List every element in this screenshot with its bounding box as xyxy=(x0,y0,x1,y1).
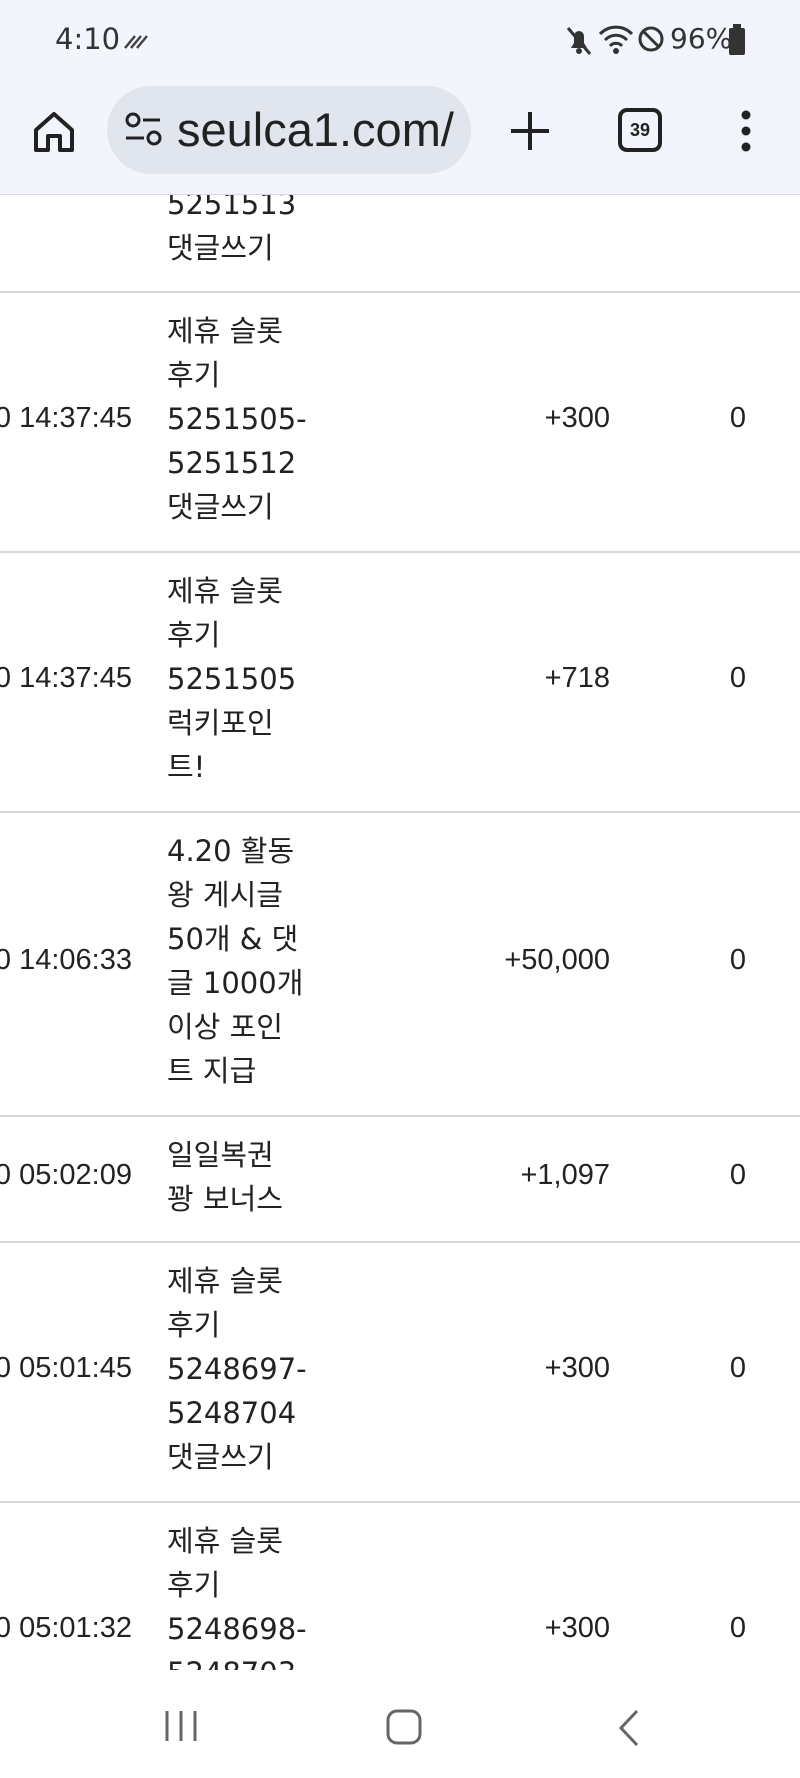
home-nav-icon[interactable] xyxy=(385,1708,423,1746)
back-icon[interactable] xyxy=(615,1708,643,1748)
more-vert-icon[interactable] xyxy=(730,106,762,156)
browser-toolbar: seulca1.com/ 39 xyxy=(0,80,800,195)
blocked-icon xyxy=(638,26,664,52)
row-description: 제휴 슬롯 후기 5248697- 5248704 댓글쓰기 xyxy=(167,1264,307,1474)
row-amount: +300 xyxy=(544,1612,610,1644)
row-balance: 0 xyxy=(729,1352,746,1384)
row-description: 제휴 슬롯 후기 5251505- 5251512 댓글쓰기 xyxy=(167,314,307,524)
home-icon[interactable] xyxy=(28,106,80,158)
table-row: 0 14:06:33 4.20 활동 왕 게시글 50개 & 댓 글 1000개… xyxy=(0,813,800,1117)
row-amount: +718 xyxy=(544,662,610,694)
row-description: 제휴 슬롯 후기 5248698- 5248703 xyxy=(167,1524,307,1670)
row-amount: +300 xyxy=(544,402,610,434)
table-row: 5251513 댓글쓰기 xyxy=(0,195,800,293)
plus-icon[interactable] xyxy=(505,106,555,156)
row-description: 5251513 댓글쓰기 xyxy=(167,195,297,265)
row-datetime: 0 14:06:33 xyxy=(0,944,132,976)
site-settings-icon[interactable] xyxy=(124,110,164,150)
signal-sync-icon xyxy=(124,35,148,49)
status-bar: 4:10 96% xyxy=(0,0,800,80)
row-datetime: 0 05:02:09 xyxy=(0,1159,132,1191)
row-balance: 0 xyxy=(729,1159,746,1191)
row-datetime: 0 14:37:45 xyxy=(0,662,132,694)
system-nav-bar xyxy=(0,1670,800,1778)
row-datetime: 0 14:37:45 xyxy=(0,402,132,434)
row-amount: +1,097 xyxy=(520,1159,610,1191)
row-description: 4.20 활동 왕 게시글 50개 & 댓 글 1000개 이상 포인 트 지급 xyxy=(167,834,304,1088)
row-balance: 0 xyxy=(729,944,746,976)
table-row: 0 05:02:09 일일복권 꽝 보너스 +1,097 0 xyxy=(0,1117,800,1243)
battery-icon xyxy=(729,24,745,55)
row-balance: 0 xyxy=(729,402,746,434)
row-amount: +50,000 xyxy=(504,944,610,976)
tab-switcher-button[interactable]: 39 xyxy=(618,108,662,152)
row-datetime: 0 05:01:32 xyxy=(0,1612,132,1644)
url-text[interactable]: seulca1.com/ xyxy=(177,102,454,157)
row-description: 일일복권 꽝 보너스 xyxy=(167,1138,283,1216)
table-row: 0 14:37:45 제휴 슬롯 후기 5251505- 5251512 댓글쓰… xyxy=(0,293,800,553)
row-amount: +300 xyxy=(544,1352,610,1384)
row-balance: 0 xyxy=(729,662,746,694)
mute-icon xyxy=(566,27,592,55)
tab-count: 39 xyxy=(629,120,651,140)
battery-percent: 96% xyxy=(670,22,733,55)
status-time: 4:10 xyxy=(55,22,121,56)
table-row: 0 05:01:32 제휴 슬롯 후기 5248698- 5248703 +30… xyxy=(0,1503,800,1670)
table-row: 0 14:37:45 제휴 슬롯 후기 5251505 럭키포인 트! +718… xyxy=(0,553,800,813)
row-datetime: 0 05:01:45 xyxy=(0,1352,132,1384)
wifi-icon xyxy=(598,25,634,54)
point-history-table: 5251513 댓글쓰기 0 14:37:45 제휴 슬롯 후기 5251505… xyxy=(0,195,800,1670)
address-bar[interactable]: seulca1.com/ xyxy=(107,86,471,174)
table-row: 0 05:01:45 제휴 슬롯 후기 5248697- 5248704 댓글쓰… xyxy=(0,1243,800,1503)
recent-apps-icon[interactable] xyxy=(163,1708,199,1744)
row-balance: 0 xyxy=(729,1612,746,1644)
row-description: 제휴 슬롯 후기 5251505 럭키포인 트! xyxy=(167,574,297,784)
